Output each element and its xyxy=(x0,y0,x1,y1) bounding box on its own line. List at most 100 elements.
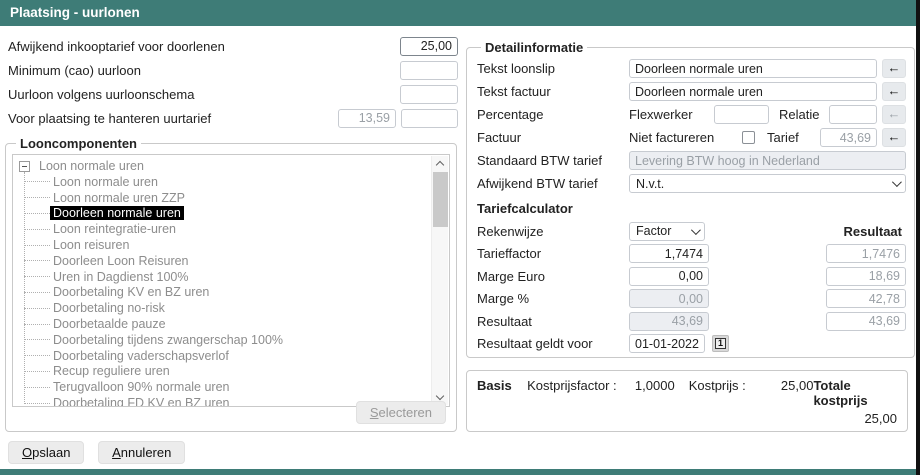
resultaat-geldt-voor-label: Resultaat geldt voor xyxy=(477,336,629,351)
tarieffactor-result xyxy=(826,244,906,263)
marge-pct-label: Marge % xyxy=(477,291,629,306)
tree-item-label: Recup reguliere uren xyxy=(50,364,173,378)
uurloon-uurloonschema-input[interactable] xyxy=(400,85,458,104)
rekenwijze-selected-value: Factor xyxy=(636,224,671,238)
tree-item-label: Doorbetaalde pauze xyxy=(50,317,169,331)
tree-item[interactable]: Loon normale uren ZZP xyxy=(24,190,427,206)
looncomponenten-fieldset: Looncomponenten Loon normale uren Loon n… xyxy=(5,136,457,432)
looncomponenten-legend: Looncomponenten xyxy=(16,136,141,151)
tree-item[interactable]: Uren in Dagdienst 100% xyxy=(24,269,427,285)
relatie-percentage-input[interactable] xyxy=(829,105,877,124)
tree-item[interactable]: Doorbetaling KV en BZ uren xyxy=(24,285,427,301)
calendar-icon[interactable]: 1 xyxy=(712,335,729,352)
tarief-input[interactable] xyxy=(820,128,877,147)
tree-item[interactable]: Doorleen Loon Reisuren xyxy=(24,253,427,269)
resultaat-column-header: Resultaat xyxy=(826,224,906,239)
tree-connector xyxy=(24,355,50,356)
cancel-button[interactable]: Annuleren xyxy=(98,441,185,464)
tree-item-label: Doorbetaling tijdens zwangerschap 100% xyxy=(50,333,286,347)
afwijkend-inkooptarief-label: Afwijkend inkooptarief voor doorlenen xyxy=(8,39,400,54)
tekst-factuur-input[interactable] xyxy=(629,82,877,101)
chevron-down-icon xyxy=(892,177,902,187)
tree-item-label: Doorbetaling KV en BZ uren xyxy=(50,285,212,299)
standaard-btw-label: Standaard BTW tarief xyxy=(477,153,629,168)
apply-left-arrow-icon-disabled: ← xyxy=(882,105,906,124)
tree-item-label: Doorbetaling FD KV en BZ uren xyxy=(50,396,232,407)
afwijkend-btw-label: Afwijkend BTW tarief xyxy=(477,176,629,191)
detailinformatie-fieldset: Detailinformatie Tekst loonslip ← Tekst … xyxy=(466,40,915,358)
tree-item[interactable]: Loon reintegratie-uren xyxy=(24,221,427,237)
tree-connector xyxy=(24,387,50,388)
resultaat-geldt-voor-date-input[interactable] xyxy=(629,334,705,353)
resultaat-label: Resultaat xyxy=(477,314,629,329)
apply-left-arrow-icon[interactable]: ← xyxy=(882,128,906,147)
apply-left-arrow-icon[interactable]: ← xyxy=(882,82,906,101)
tree-connector xyxy=(24,260,50,261)
hanteren-uurtarief-override-input[interactable] xyxy=(401,109,458,128)
tree-connector xyxy=(24,197,50,198)
hanteren-uurtarief-label: Voor plaatsing te hanteren uurtarief xyxy=(8,111,338,126)
tree-item-label: Loon normale uren ZZP xyxy=(50,191,188,205)
marge-euro-label: Marge Euro xyxy=(477,269,629,284)
tree-item[interactable]: Doorbetaling vaderschapsverlof xyxy=(24,348,427,364)
save-button[interactable]: Opslaan xyxy=(8,441,84,464)
tree-item-label: Doorleen Loon Reisuren xyxy=(50,254,192,268)
form-row: Afwijkend inkooptarief voor doorlenen xyxy=(8,34,458,58)
selecteren-button[interactable]: Selecteren xyxy=(356,401,446,424)
afwijkend-btw-selected-value: N.v.t. xyxy=(636,177,664,191)
kostprijs-summary: Basis Kostprijsfactor : 1,0000 Kostprijs… xyxy=(466,370,908,432)
flexwerker-percentage-input[interactable] xyxy=(714,105,769,124)
tree-item[interactable]: Recup reguliere uren xyxy=(24,364,427,380)
minimum-cao-uurloon-input[interactable] xyxy=(400,61,458,80)
tree-connector xyxy=(24,324,50,325)
afwijkend-btw-select[interactable]: N.v.t. xyxy=(629,174,906,193)
niet-factureren-label: Niet factureren xyxy=(629,130,742,145)
tree-item[interactable]: Doorbetaalde pauze xyxy=(24,316,427,332)
tree-scrollbar[interactable] xyxy=(431,156,448,405)
tree-item[interactable]: Doorbetaling no-risk xyxy=(24,300,427,316)
tarieffactor-input[interactable] xyxy=(629,244,709,263)
tree-children: Loon normale uren Loon normale uren ZZP … xyxy=(24,174,427,407)
niet-factureren-checkbox[interactable] xyxy=(742,131,755,144)
detailinformatie-legend: Detailinformatie xyxy=(481,40,587,55)
marge-euro-input[interactable] xyxy=(629,267,709,286)
resultaat-input xyxy=(629,312,709,331)
tarief-label: Tarief xyxy=(767,130,809,145)
tree-item[interactable]: Loon normale uren xyxy=(24,174,427,190)
tree-item-selected[interactable]: Doorleen normale uren xyxy=(24,206,427,222)
relatie-label: Relatie xyxy=(779,107,829,122)
kostprijs-label: Kostprijs : xyxy=(689,378,758,393)
looncomponenten-tree[interactable]: Loon normale uren Loon normale uren Loon… xyxy=(12,154,450,407)
tarieffactor-label: Tarieffactor xyxy=(477,246,629,261)
flexwerker-label: Flexwerker xyxy=(629,107,714,122)
tree-connector xyxy=(24,276,50,277)
minimum-cao-uurloon-label: Minimum (cao) uurloon xyxy=(8,63,400,78)
kostprijsfactor-label: Kostprijsfactor : xyxy=(527,378,622,393)
tekst-loonslip-input[interactable] xyxy=(629,59,877,78)
tree-item-label: Loon normale uren xyxy=(50,175,161,189)
apply-left-arrow-icon[interactable]: ← xyxy=(882,59,906,78)
form-row: Voor plaatsing te hanteren uurtarief xyxy=(8,106,458,130)
tekst-loonslip-label: Tekst loonslip xyxy=(477,61,629,76)
tree-connector xyxy=(24,181,50,182)
kostprijs-value: 25,00 xyxy=(757,378,813,393)
tree-item-label: Uren in Dagdienst 100% xyxy=(50,270,192,284)
rekenwijze-label: Rekenwijze xyxy=(477,224,629,239)
tree-item-label: Doorbetaling vaderschapsverlof xyxy=(50,349,232,363)
tree-item[interactable]: Loon reisuren xyxy=(24,237,427,253)
scrollbar-thumb[interactable] xyxy=(433,172,448,227)
tree-connector xyxy=(24,292,50,293)
tree-connector xyxy=(24,229,50,230)
rekenwijze-select[interactable]: Factor xyxy=(629,222,705,241)
scroll-up-icon[interactable] xyxy=(432,156,449,171)
tree-item[interactable]: Terugvalloon 90% normale uren xyxy=(24,379,427,395)
tree-connector xyxy=(24,371,50,372)
hanteren-uurtarief-input[interactable] xyxy=(338,109,396,128)
window-bottom-edge xyxy=(0,469,916,475)
tree-root-item[interactable]: Loon normale uren xyxy=(19,158,427,174)
collapse-minus-icon[interactable] xyxy=(19,161,30,172)
afwijkend-inkooptarief-input[interactable] xyxy=(400,37,458,56)
tree-item[interactable]: Doorbetaling tijdens zwangerschap 100% xyxy=(24,332,427,348)
dialog-plaatsing-uurlonen: Plaatsing - uurlonen Afwijkend inkooptar… xyxy=(0,0,920,475)
tree-item-label: Terugvalloon 90% normale uren xyxy=(50,380,233,394)
